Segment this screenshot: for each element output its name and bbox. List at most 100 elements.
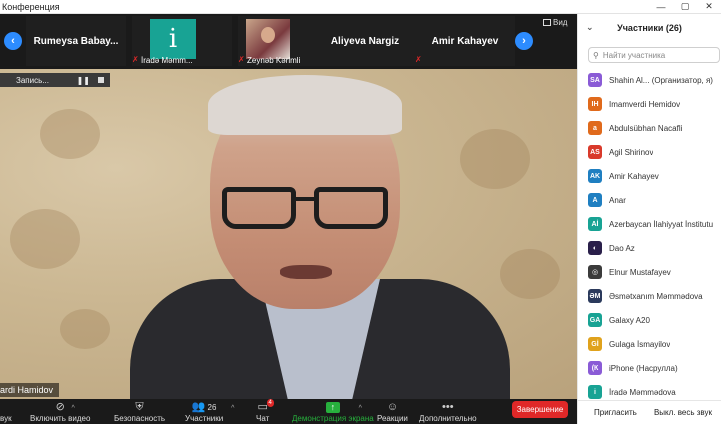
zoom-window: Конференция — ▢ ✕ ‹ Rumeysa Babay... i ✗…: [0, 0, 721, 424]
avatar-tile: i: [150, 19, 196, 59]
participant-row[interactable]: A Anar: [578, 188, 721, 212]
stop-recording-button[interactable]: [98, 77, 104, 83]
participant-row[interactable]: (К iPhone (Насрулла): [578, 356, 721, 380]
participant-name: Əsmətxanım Məmmədova: [609, 291, 703, 301]
pause-recording-button[interactable]: ❚❚: [77, 76, 90, 85]
microphone-icon: [4, 402, 7, 413]
window-title: Конференция: [2, 1, 60, 12]
participant-name: Imamverdi Hemidov: [609, 99, 681, 109]
video-off-icon: ⊘ ^: [55, 401, 75, 413]
participant-name: Dao Az: [609, 243, 635, 253]
view-label: Вид: [553, 18, 568, 27]
more-button[interactable]: ••• Дополнительно: [419, 399, 477, 424]
participants-button[interactable]: 👥 26 ^ Участники: [185, 399, 235, 424]
avatar: AK: [588, 169, 602, 183]
participant-thumbnail[interactable]: Rumeysa Babay...: [26, 16, 126, 66]
avatar: ƏM: [588, 289, 602, 303]
participant-row[interactable]: ◐ Dao Az: [578, 236, 721, 260]
participant-row[interactable]: ◎ Elnur Mustafayev: [578, 260, 721, 284]
avatar: Gİ: [588, 337, 602, 351]
end-meeting-button[interactable]: Завершение: [512, 401, 568, 418]
chevron-right-icon: ›: [522, 35, 526, 47]
participant-row[interactable]: Gİ Gulaga İsmayilov: [578, 332, 721, 356]
participants-panel: ⌄ Участники (26) ⚲ Найти участника SA Sha…: [577, 14, 721, 424]
participant-name: Elnur Mustafayev: [609, 267, 671, 277]
participant-row[interactable]: SA Shahin Al... (Организатор, я): [578, 68, 721, 92]
thumbnail-name: Aliyeva Nargiz: [330, 36, 400, 47]
participant-row[interactable]: a Abdulsübhan Nacafli: [578, 116, 721, 140]
search-input[interactable]: ⚲ Найти участника: [588, 47, 720, 63]
shield-icon: ⛨: [135, 401, 144, 413]
mic-muted-icon: ✗: [238, 55, 245, 64]
minimize-button[interactable]: —: [649, 0, 673, 14]
security-button[interactable]: ⛨ Безопасность: [114, 399, 165, 424]
window-controls: — ▢ ✕: [649, 0, 721, 14]
mic-muted-icon: ✗: [132, 55, 139, 64]
chevron-up-icon[interactable]: ^: [231, 403, 234, 414]
participant-row[interactable]: AS Agil Shirinov: [578, 140, 721, 164]
participant-row[interactable]: GA Galaxy A20: [578, 308, 721, 332]
participant-thumbnail[interactable]: i ✗ İradə Məmm...: [132, 16, 232, 66]
thumbnail-name: Amir Kahayev: [431, 36, 499, 47]
close-button[interactable]: ✕: [697, 0, 721, 14]
participant-name: Abdulsübhan Nacafli: [609, 123, 683, 133]
participant-video: [246, 19, 290, 59]
participant-name: Galaxy A20: [609, 315, 650, 325]
start-video-button[interactable]: ⊘ ^ Включить видео: [30, 399, 90, 424]
thumbnail-strip: ‹ Rumeysa Babay... i ✗ İradə Məmm... ✗ Z…: [0, 14, 577, 69]
audio-button[interactable]: вук: [0, 399, 12, 424]
panel-header: ⌄ Участники (26): [578, 14, 721, 42]
maximize-button[interactable]: ▢: [673, 0, 697, 14]
avatar: i: [588, 385, 602, 399]
grid-icon: [543, 19, 551, 26]
avatar: IH: [588, 97, 602, 111]
ellipsis-icon: •••: [442, 401, 454, 413]
chevron-down-icon[interactable]: ⌄: [586, 22, 594, 33]
participant-name: Anar: [609, 195, 626, 205]
avatar: ◎: [588, 265, 602, 279]
participant-thumbnail[interactable]: Aliyeva Nargiz: [315, 16, 415, 66]
speaker-figure: [130, 75, 510, 399]
avatar: GA: [588, 313, 602, 327]
chevron-up-icon[interactable]: ^: [359, 403, 362, 414]
chat-button[interactable]: ▭ 4 Чат: [256, 399, 274, 424]
participant-row[interactable]: AK Amir Kahayev: [578, 164, 721, 188]
participant-name: Gulaga İsmayilov: [609, 339, 671, 349]
thumbnail-name: Rumeysa Babay...: [33, 36, 119, 47]
participant-list: SA Shahin Al... (Организатор, я) IH Imamver…: [578, 68, 721, 404]
thumbnail-name: Zeynəb Kərimli: [247, 56, 301, 65]
chat-bubble-icon: ▭ 4: [257, 399, 274, 413]
view-button[interactable]: Вид: [543, 18, 567, 27]
participant-row[interactable]: ƏM Əsmətxanım Məmmədova: [578, 284, 721, 308]
participant-thumbnail[interactable]: Amir Kahayev ✗: [415, 16, 515, 66]
thumbnail-name: İradə Məmm...: [141, 56, 193, 65]
invite-button[interactable]: Пригласить: [590, 406, 641, 419]
speaker-name-tag: ardi Hamidov: [0, 383, 60, 397]
previous-page-button[interactable]: ‹: [4, 32, 22, 50]
chevron-up-icon[interactable]: ^: [72, 403, 75, 414]
avatar: SA: [588, 73, 602, 87]
meeting-area: ‹ Rumeysa Babay... i ✗ İradə Məmm... ✗ Z…: [0, 14, 577, 424]
chat-unread-badge: 4: [266, 399, 274, 407]
panel-footer: Пригласить Выкл. весь звук: [578, 400, 721, 424]
search-icon: ⚲: [593, 50, 599, 60]
title-bar: Конференция — ▢ ✕: [0, 0, 721, 14]
avatar: Aİ: [588, 217, 602, 231]
mic-muted-icon: ✗: [415, 55, 422, 64]
recording-label: Запись...: [16, 75, 49, 85]
avatar: AS: [588, 145, 602, 159]
mute-all-button[interactable]: Выкл. весь звук: [649, 406, 716, 419]
participant-name: Azerbaycan İlahiyyat İnstitutu: [609, 219, 714, 229]
next-page-button[interactable]: ›: [515, 32, 533, 50]
reactions-button[interactable]: ☺ Реакции: [377, 399, 408, 424]
meeting-toolbar: вук ⊘ ^ Включить видео ⛨ Безопасность 👥 26…: [0, 399, 577, 424]
participant-name: Amir Kahayev: [609, 171, 659, 181]
smiley-icon: ☺: [386, 401, 399, 413]
participant-name: iPhone (Насрулла): [609, 363, 678, 373]
share-screen-button[interactable]: ↑ ^ Демонстрация экрана: [292, 399, 374, 424]
participant-name: İradə Məmmədova: [609, 387, 676, 397]
participant-row[interactable]: IH Imamverdi Hemidov: [578, 92, 721, 116]
avatar: (К: [588, 361, 602, 375]
people-icon: 👥 26 ^: [191, 401, 235, 413]
participant-row[interactable]: Aİ Azerbaycan İlahiyyat İnstitutu: [578, 212, 721, 236]
